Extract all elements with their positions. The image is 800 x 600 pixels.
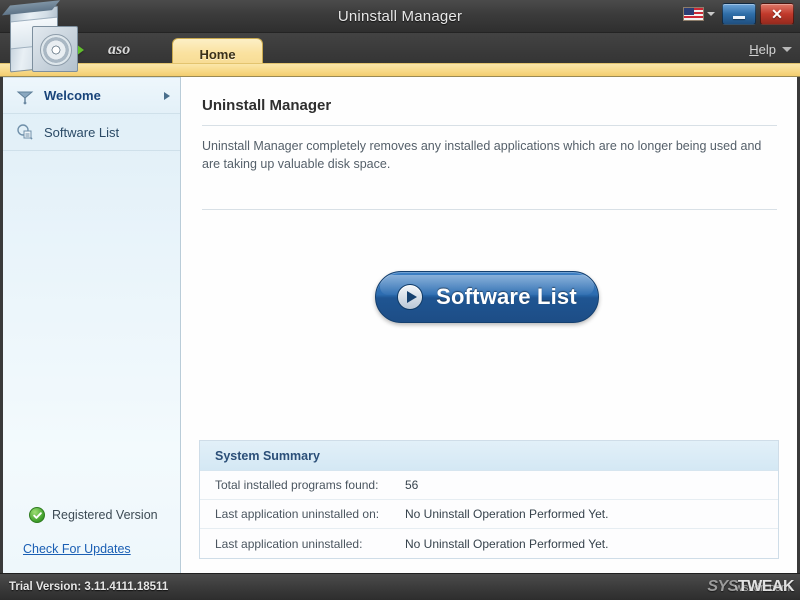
chevron-down-icon (707, 12, 715, 16)
registered-version-label: Registered Version (52, 508, 158, 522)
trial-version-label: Trial Version: 3.11.4111.18511 (9, 574, 168, 600)
system-summary-title: System Summary (215, 449, 320, 463)
play-icon (397, 284, 423, 310)
title-bar: Uninstall Manager ✕ (0, 0, 800, 33)
tab-home-label: Home (199, 47, 235, 62)
us-flag-icon (683, 7, 704, 21)
window-body: Welcome Software List (0, 77, 800, 573)
summary-value: 56 (405, 478, 418, 492)
software-list-button-label: Software List (436, 284, 577, 310)
close-button[interactable]: ✕ (760, 3, 794, 25)
close-icon: ✕ (771, 7, 783, 21)
table-row: Last application uninstalled: No Uninsta… (200, 529, 778, 558)
table-row: Total installed programs found: 56 (200, 471, 778, 500)
check-for-updates-link[interactable]: Check For Updates (23, 542, 131, 556)
welcome-icon (15, 86, 35, 106)
table-row: Last application uninstalled on: No Unin… (200, 500, 778, 529)
watermark-text: wsxdn.com (735, 582, 790, 594)
chevron-right-icon (164, 92, 170, 100)
software-list-button[interactable]: Software List (375, 271, 599, 323)
main-content: Uninstall Manager Uninstall Manager comp… (182, 77, 797, 573)
window-controls: ✕ (680, 3, 794, 25)
sidebar-item-welcome[interactable]: Welcome (3, 77, 180, 114)
summary-value: No Uninstall Operation Performed Yet. (405, 507, 608, 521)
divider-bottom (202, 209, 777, 210)
minimize-button[interactable] (722, 3, 756, 25)
systweak-logo-part-a: SYS (707, 578, 738, 596)
summary-key: Last application uninstalled: (200, 537, 405, 551)
language-selector[interactable] (680, 5, 718, 23)
page-title: Uninstall Manager (202, 97, 331, 114)
sidebar-item-welcome-label: Welcome (44, 88, 101, 103)
summary-key: Last application uninstalled on: (200, 507, 405, 521)
divider-top (202, 125, 777, 126)
system-summary-header: System Summary (200, 441, 778, 471)
summary-key: Total installed programs found: (200, 478, 405, 492)
sidebar-item-software-list[interactable]: Software List (3, 114, 180, 151)
help-menu[interactable]: Help (749, 42, 792, 57)
summary-value: No Uninstall Operation Performed Yet. (405, 537, 608, 551)
help-label: Help (749, 42, 776, 57)
sidebar-item-software-list-label: Software List (44, 125, 119, 140)
chevron-down-icon (782, 47, 792, 52)
gold-accent-bar (0, 63, 800, 77)
system-summary-panel: System Summary Total installed programs … (199, 440, 779, 559)
minimize-icon (733, 16, 745, 19)
page-description: Uninstall Manager completely removes any… (202, 137, 778, 173)
check-icon (29, 507, 45, 523)
registration-status: Registered Version (3, 507, 181, 523)
software-list-icon (15, 122, 35, 142)
application-window: Uninstall Manager ✕ aso Home Help (0, 0, 800, 600)
sidebar: Welcome Software List (3, 77, 181, 573)
app-logo-icon (4, 2, 108, 78)
status-bar: Trial Version: 3.11.4111.18511 SYS TWEAK… (0, 573, 800, 600)
brand-label: aso (108, 41, 130, 59)
